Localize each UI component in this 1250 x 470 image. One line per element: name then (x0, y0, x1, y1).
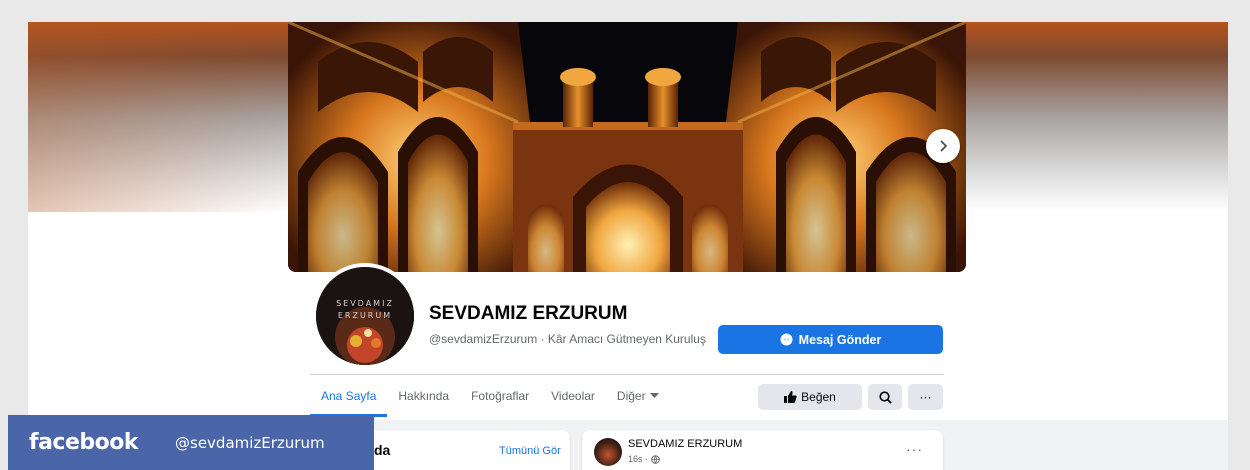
messenger-icon (780, 333, 793, 346)
tab-label: Ana Sayfa (321, 389, 377, 403)
tab-label: Diğer (616, 389, 646, 403)
post-author-avatar[interactable] (594, 438, 622, 466)
brand-overlay: facebook @sevdamizErzurum (8, 415, 374, 470)
post-time-text: 16s · (628, 454, 649, 464)
like-label: Beğen (801, 390, 836, 404)
page-title: SEVDAMIZ ERZURUM (429, 303, 628, 324)
brand-handle: @sevdamizErzurum (175, 433, 325, 452)
tab-photos[interactable]: Fotoğraflar (460, 375, 540, 417)
cover-illustration (288, 22, 966, 272)
see-all-link[interactable]: Tümünü Gör (499, 445, 561, 457)
tab-videos[interactable]: Videolar (540, 375, 606, 417)
caret-down-icon (649, 393, 659, 398)
profile-frame: SEVDAMIZ ERZURUM SEVDAMIZ ERZURUM @sevda… (28, 22, 1228, 470)
chevron-right-icon (940, 140, 948, 152)
like-button[interactable]: Beğen (758, 384, 862, 410)
post-card (582, 430, 943, 470)
post-timestamp[interactable]: 16s · (628, 454, 660, 464)
thumbs-up-icon (784, 391, 797, 403)
more-options-label: ··· (919, 390, 932, 404)
search-button[interactable] (868, 384, 902, 410)
search-icon (878, 390, 892, 404)
facebook-logo: facebook (29, 430, 139, 455)
left-card-title: da (374, 442, 391, 458)
globe-icon (651, 454, 660, 464)
tab-label: Hakkında (398, 389, 450, 403)
avatar-line-2: ERZURUM (337, 311, 393, 320)
tab-label: Fotoğraflar (471, 389, 530, 403)
avatar-line-1: SEVDAMIZ (336, 299, 394, 308)
tab-more[interactable]: Diğer (606, 375, 670, 417)
cover-next-button[interactable] (926, 129, 960, 163)
send-message-button[interactable]: Mesaj Gönder (718, 325, 943, 354)
tab-home[interactable]: Ana Sayfa (310, 375, 388, 417)
send-message-label: Mesaj Gönder (798, 332, 882, 347)
page-avatar[interactable]: SEVDAMIZ ERZURUM (312, 263, 418, 369)
page-tabs: Ana Sayfa Hakkında Fotoğraflar Videolar … (310, 375, 670, 417)
post-author-name[interactable]: SEVDAMIZ ERZURUM (628, 438, 742, 450)
post-more-button[interactable]: ··· (906, 441, 923, 457)
more-options-button[interactable]: ··· (908, 384, 943, 410)
cover-background-shade (28, 22, 288, 212)
cover-photo[interactable] (288, 22, 966, 272)
tab-label: Videolar (551, 389, 595, 403)
page-subtitle: @sevdamizErzurum · Kâr Amacı Gütmeyen Ku… (429, 332, 706, 346)
tab-about[interactable]: Hakkında (387, 375, 460, 417)
